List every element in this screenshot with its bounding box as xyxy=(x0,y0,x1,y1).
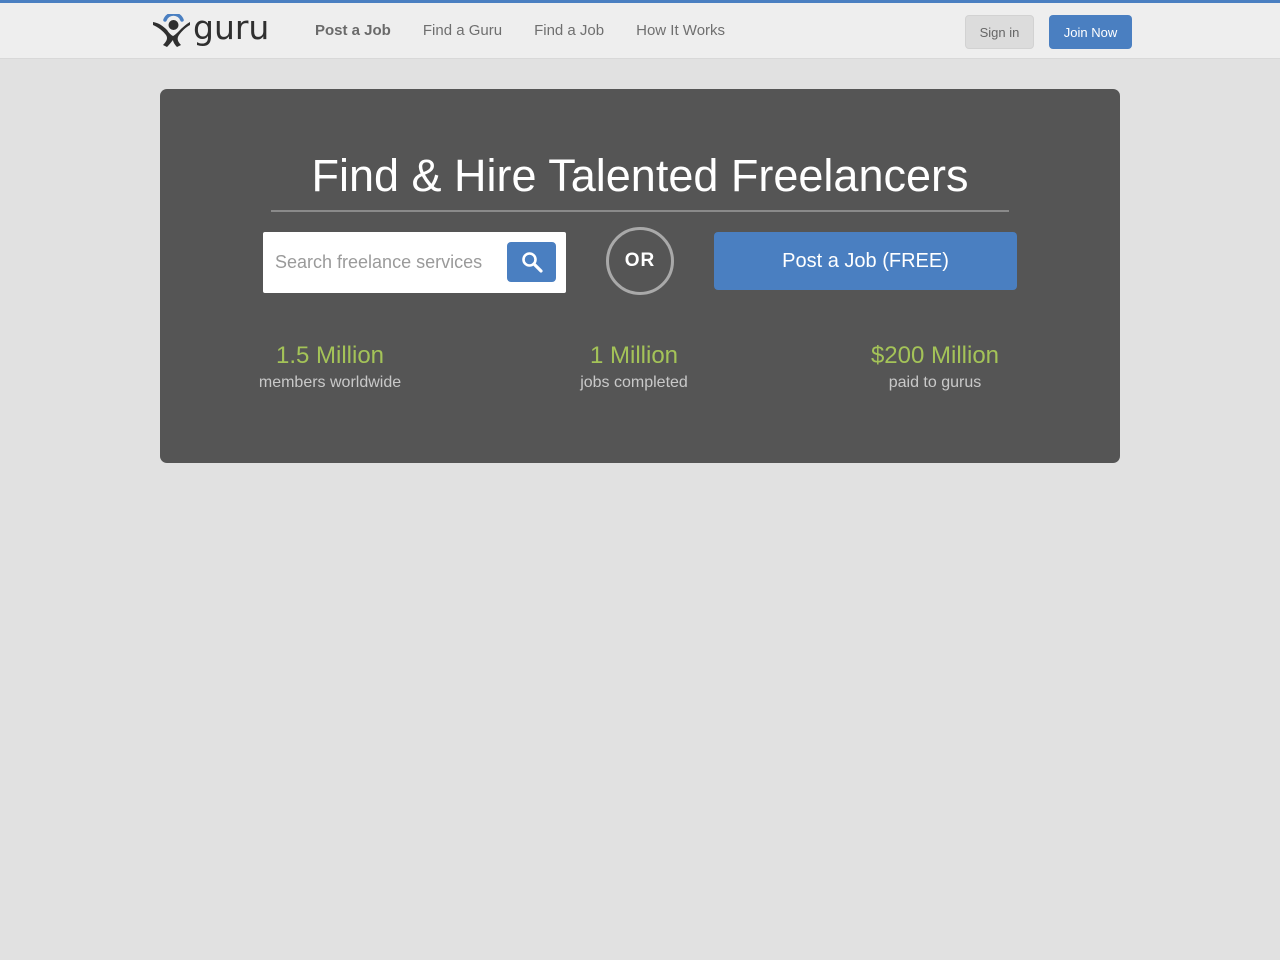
search-box xyxy=(263,232,566,293)
nav-how-it-works[interactable]: How It Works xyxy=(620,3,741,59)
stat-label: jobs completed xyxy=(580,374,688,391)
nav-find-a-job[interactable]: Find a Job xyxy=(518,3,620,59)
stat-members: 1.5 Million members worldwide xyxy=(210,340,450,393)
or-divider: OR xyxy=(606,227,674,295)
stat-value: $200 Million xyxy=(870,342,1000,369)
hero-panel: Find & Hire Talented Freelancers OR Post… xyxy=(160,89,1120,463)
guru-figure-icon xyxy=(153,14,190,47)
stat-value: 1 Million xyxy=(589,342,679,369)
stat-label: members worldwide xyxy=(258,374,402,391)
join-now-button[interactable]: Join Now xyxy=(1049,15,1132,49)
nav-find-a-guru[interactable]: Find a Guru xyxy=(407,3,518,59)
search-input[interactable] xyxy=(263,232,503,293)
stat-paid: $200 Million paid to gurus xyxy=(815,340,1055,393)
top-navigation-bar: guru Post a Job Find a Guru Find a Job H… xyxy=(0,0,1280,59)
post-job-free-button[interactable]: Post a Job (FREE) xyxy=(714,232,1017,290)
stat-value: 1.5 Million xyxy=(275,342,385,369)
search-button[interactable] xyxy=(507,242,556,282)
main-nav: Post a Job Find a Guru Find a Job How It… xyxy=(299,3,741,59)
sign-in-button[interactable]: Sign in xyxy=(965,15,1034,49)
logo-text: guru xyxy=(193,7,270,47)
nav-post-a-job[interactable]: Post a Job xyxy=(299,3,407,59)
search-icon xyxy=(521,252,543,273)
hero-title: Find & Hire Talented Freelancers xyxy=(271,145,1009,212)
guru-logo[interactable]: guru xyxy=(151,8,275,48)
stat-jobs: 1 Million jobs completed xyxy=(514,340,754,393)
stat-label: paid to gurus xyxy=(888,374,982,391)
